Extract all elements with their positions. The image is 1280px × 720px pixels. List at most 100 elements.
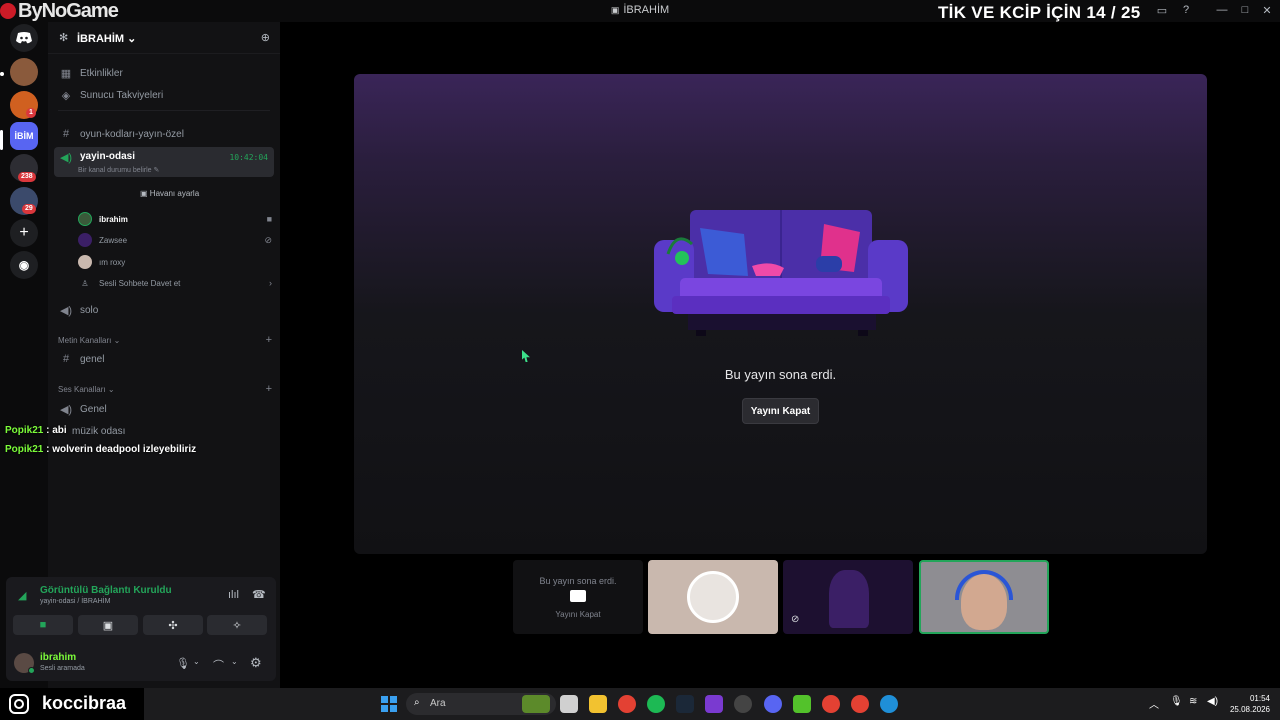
chrome-icon[interactable]: [851, 695, 869, 713]
avatar: [78, 233, 92, 247]
participant-tile-speaking[interactable]: [919, 560, 1049, 634]
discord-icon: ▣: [610, 5, 620, 15]
headphones-icon[interactable]: ⌒: [213, 657, 224, 673]
connection-location: yayin-odasi / İBRAHİM: [40, 598, 111, 605]
discord-icon[interactable]: [764, 695, 782, 713]
avatar: [78, 212, 92, 226]
channel-oyun-kodlari[interactable]: # oyun-kodları-yayın-özel: [54, 124, 274, 144]
avatar: [78, 255, 92, 269]
speaker-icon: ◀): [59, 403, 73, 416]
activities-button[interactable]: ✣: [143, 615, 203, 635]
help-icon[interactable]: ?: [1179, 4, 1193, 16]
server-header[interactable]: ✻ İBRAHİM ⌄ ⊕: [48, 22, 280, 54]
mention-badge: 1: [26, 108, 36, 118]
close-stream-button[interactable]: Yayını Kapat: [742, 398, 819, 424]
maximize-button[interactable]: □: [1238, 4, 1252, 16]
wifi-icon[interactable]: ≋: [1189, 696, 1197, 707]
activities-icon: ✣: [168, 619, 178, 632]
minimize-button[interactable]: —: [1215, 4, 1229, 16]
couch-illustration: [654, 210, 908, 336]
voice-member[interactable]: ibrahim ■: [78, 210, 272, 228]
disconnect-icon[interactable]: ☎: [252, 588, 266, 601]
instagram-handle: koccibraa: [42, 693, 127, 713]
home-discord-icon[interactable]: [10, 24, 38, 52]
user-status: Sesli aramada: [40, 665, 85, 672]
instagram-icon: [9, 694, 29, 714]
avatar: [829, 570, 869, 628]
boost-icon: ◈: [61, 89, 71, 102]
nav-events[interactable]: ▦ Etkinlikler: [54, 63, 274, 83]
signal-icon: ◢: [18, 590, 27, 602]
stream-ended-message: Bu yayın sona erdi.: [724, 367, 837, 382]
steam-icon[interactable]: [676, 695, 694, 713]
muted-mic-icon: ⊘: [791, 614, 800, 625]
app-icon[interactable]: [705, 695, 723, 713]
tile-stream-ended: Bu yayın sona erdi.: [539, 576, 617, 586]
nav-boosts[interactable]: ◈ Sunucu Takviyeleri: [54, 85, 274, 105]
image-icon: ▣: [140, 189, 148, 198]
participant-tile[interactable]: ⊘: [783, 560, 913, 634]
chrome-icon[interactable]: [822, 695, 840, 713]
app-icon[interactable]: [793, 695, 811, 713]
channel-muzik-odasi[interactable]: müzik odası: [72, 421, 292, 441]
set-avatar-button[interactable]: ▣ Havanı ayarla: [140, 189, 199, 198]
voice-member[interactable]: ım roxy: [78, 253, 272, 271]
add-member-icon[interactable]: ⊕: [261, 31, 270, 44]
chevron-up-icon[interactable]: ︿: [1149, 696, 1159, 711]
server-ibrahim[interactable]: İBİM: [10, 122, 38, 150]
divider: [58, 110, 270, 111]
channel-genel[interactable]: # genel: [54, 349, 274, 369]
edge-icon[interactable]: [880, 695, 898, 713]
user-name[interactable]: ibrahim: [40, 652, 76, 663]
calendar-icon: ▦: [60, 67, 72, 80]
voice-member[interactable]: Zawsee ⊘: [78, 231, 272, 249]
soundboard-icon: ✧: [232, 619, 242, 632]
channel-solo[interactable]: ◀) solo: [54, 300, 274, 320]
system-clock[interactable]: 01:54 25.08.2026: [1230, 693, 1270, 715]
spotify-icon[interactable]: [647, 695, 665, 713]
invite-to-voice[interactable]: ♙ Sesli Sohbete Davet et ›: [78, 274, 272, 292]
chat-message: Popik21 : abi: [5, 425, 67, 436]
server-name: İBRAHİM ⌄: [77, 33, 137, 45]
category-voice-channels[interactable]: Ses Kanalları ⌄ +: [58, 383, 272, 395]
obs-icon[interactable]: [734, 695, 752, 713]
task-view-icon[interactable]: [560, 695, 578, 713]
soundboard-button[interactable]: ✧: [207, 615, 267, 635]
share-screen-button[interactable]: ▣: [78, 615, 138, 635]
start-button[interactable]: [381, 696, 397, 712]
camera-button[interactable]: ■: [13, 615, 73, 635]
speaker-icon: ◀): [59, 304, 73, 317]
microphone-icon[interactable]: 🎙︎: [176, 657, 190, 670]
channel-yayin-odasi[interactable]: ◀) yayin-odasi Bir kanal durumu belirle …: [54, 147, 274, 177]
add-channel-icon: +: [265, 383, 272, 395]
tile-close-stream[interactable]: Yayını Kapat: [513, 610, 643, 619]
mention-badge: 29: [22, 204, 36, 214]
dm-avatar[interactable]: [10, 58, 38, 86]
title-bar: ByNoGame ▣ İBRAHİM TİK VE KCİP İÇİN 14 / …: [0, 0, 1280, 22]
chevron-down-icon[interactable]: ⌄: [231, 657, 238, 666]
settings-gear-icon[interactable]: ⚙: [250, 655, 262, 671]
inbox-icon[interactable]: ▭: [1155, 4, 1169, 17]
participant-tile[interactable]: [648, 560, 778, 634]
volume-icon[interactable]: ◀): [1207, 696, 1218, 707]
participant-tile-stream[interactable]: Bu yayın sona erdi. Yayını Kapat: [513, 560, 643, 634]
add-channel-icon: +: [265, 334, 272, 346]
channel-genel-voice[interactable]: ◀) Genel: [54, 399, 274, 419]
online-status-dot: [28, 667, 35, 674]
category-text-channels[interactable]: Metin Kanalları ⌄ +: [58, 334, 272, 346]
file-explorer-icon[interactable]: [589, 695, 607, 713]
explore-icon[interactable]: ◉: [10, 251, 38, 279]
search-highlight-image: [522, 695, 550, 713]
noise-suppression-icon[interactable]: ılıl: [228, 589, 239, 601]
hash-icon: #: [62, 128, 70, 140]
connection-status[interactable]: Görüntülü Bağlantı Kuruldu: [40, 585, 172, 596]
channel-status[interactable]: Bir kanal durumu belirle ✎: [78, 166, 159, 174]
add-server-icon[interactable]: +: [10, 219, 38, 247]
monitor-icon: [570, 590, 586, 602]
close-button[interactable]: ✕: [1260, 4, 1274, 17]
chevron-down-icon[interactable]: ⌄: [193, 657, 200, 666]
microphone-icon[interactable]: 🎙︎: [1170, 696, 1183, 707]
chrome-icon[interactable]: [618, 695, 636, 713]
taskbar-search[interactable]: ⌕ Ara: [406, 693, 556, 715]
headset-graphic: [955, 570, 1013, 600]
